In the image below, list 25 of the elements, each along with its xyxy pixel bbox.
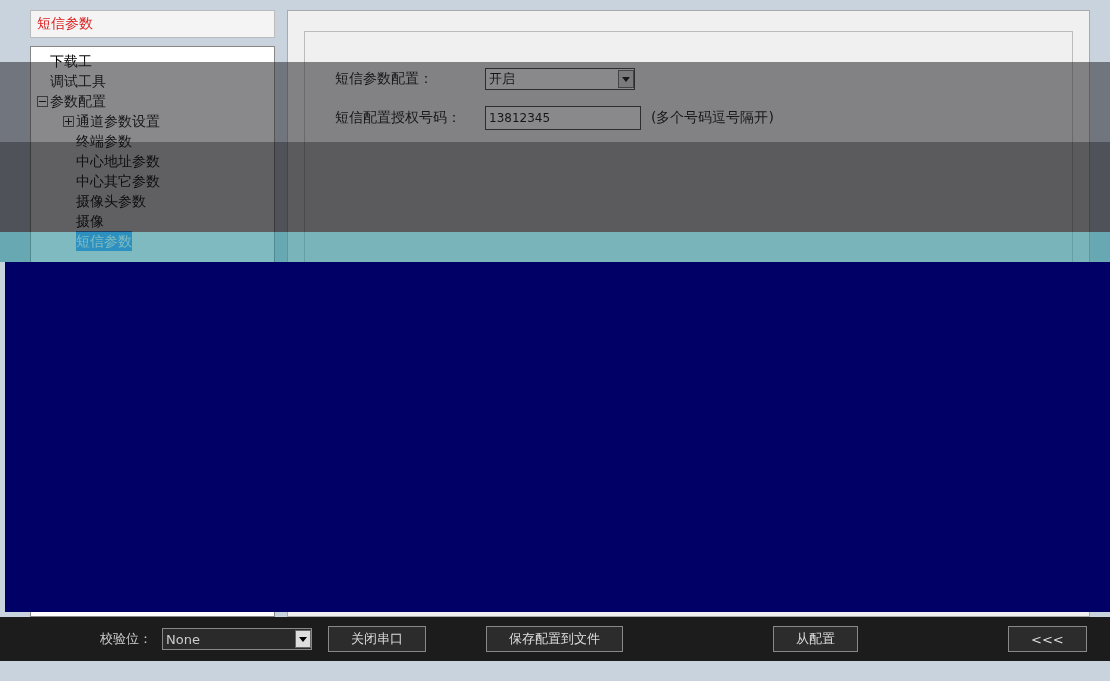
- field-label: 校验位：: [100, 630, 152, 648]
- action-button[interactable]: <<<: [1008, 626, 1087, 652]
- dropdown[interactable]: 开启: [485, 68, 635, 90]
- tree-item[interactable]: 摄像头参数: [76, 191, 146, 211]
- action-button[interactable]: 从配置: [773, 626, 858, 652]
- tree-item[interactable]: 通道参数设置: [76, 111, 160, 131]
- close-port-button[interactable]: 关闭串口: [328, 626, 426, 652]
- hint-text: (多个号码逗号隔开): [651, 109, 774, 127]
- tree-item[interactable]: 中心其它参数: [76, 171, 160, 191]
- action-button[interactable]: 保存配置到文件: [486, 626, 623, 652]
- collapse-icon[interactable]: [37, 95, 48, 107]
- dropdown[interactable]: None: [162, 628, 312, 650]
- tree-item[interactable]: 下载工: [50, 51, 92, 71]
- caret-icon: [618, 70, 634, 88]
- tree-item[interactable]: 中心地址参数: [76, 151, 160, 171]
- expand-icon[interactable]: [63, 115, 74, 127]
- field-label: 短信参数配置：: [335, 70, 434, 88]
- tree-item[interactable]: 终端参数: [76, 131, 132, 151]
- caret-icon: [295, 630, 311, 648]
- field-label: 短信配置授权号码：: [335, 109, 462, 127]
- tree-item[interactable]: 调试工具: [50, 71, 106, 91]
- tree-item[interactable]: 摄像: [76, 211, 104, 231]
- panel-title: 短信参数: [30, 10, 275, 38]
- tree-item[interactable]: 参数配置: [50, 91, 106, 111]
- input-field[interactable]: 13812345: [485, 106, 641, 130]
